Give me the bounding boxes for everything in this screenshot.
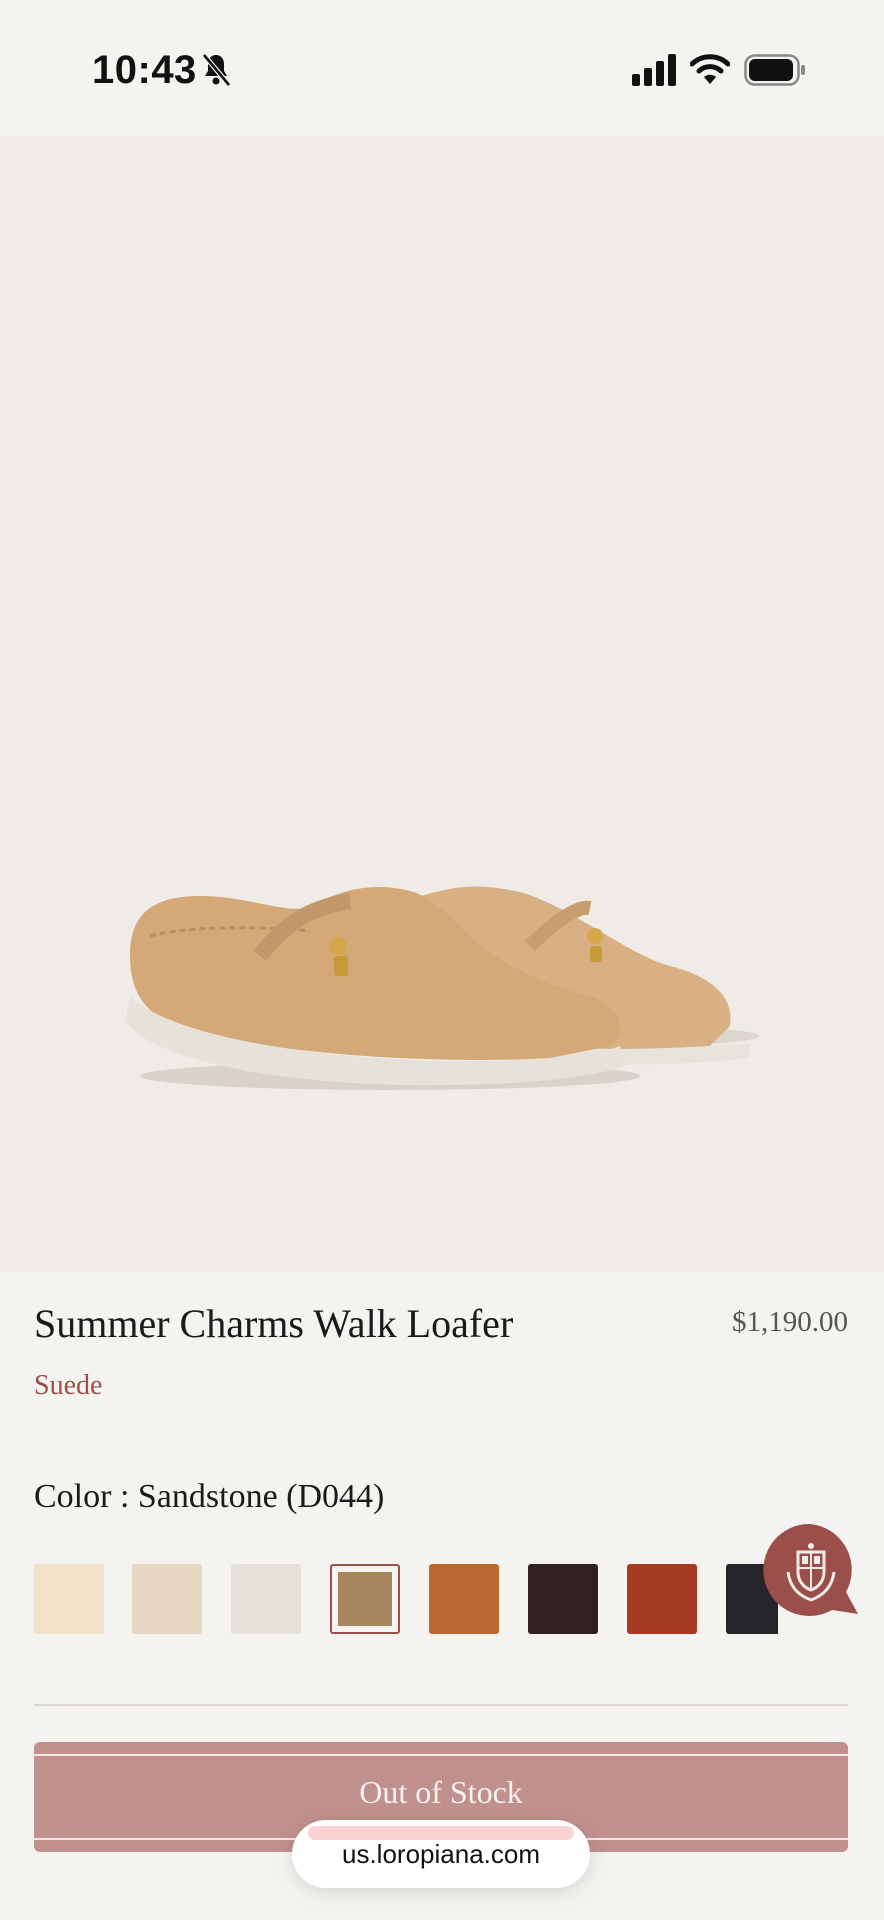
divider xyxy=(34,1704,848,1706)
color-label: Color : Sandstone (D044) xyxy=(34,1478,385,1515)
battery-icon xyxy=(744,54,805,86)
color-swatch[interactable] xyxy=(34,1564,104,1634)
product-price: $1,190.00 xyxy=(732,1306,848,1338)
product-image xyxy=(125,886,760,1090)
url-text: us.loropiana.com xyxy=(342,1838,540,1869)
product-image-gallery[interactable] xyxy=(0,136,884,1272)
cta-label: Out of Stock xyxy=(359,1774,523,1810)
wifi-icon xyxy=(690,54,730,84)
browser-url-bar[interactable]: us.loropiana.com xyxy=(292,1820,590,1888)
color-swatches xyxy=(34,1562,778,1634)
color-swatch[interactable] xyxy=(132,1564,202,1634)
color-swatch[interactable] xyxy=(429,1564,499,1634)
status-bar: 10:43 xyxy=(0,0,884,136)
color-swatch[interactable] xyxy=(627,1564,697,1634)
product-title: Summer Charms Walk Loafer xyxy=(34,1301,514,1346)
status-time: 10:43 xyxy=(92,48,197,92)
color-swatch-selected[interactable] xyxy=(330,1564,400,1634)
cta-line xyxy=(34,1754,848,1756)
chat-assistant-button[interactable] xyxy=(762,1522,860,1620)
color-swatch[interactable] xyxy=(528,1564,598,1634)
bell-muted-icon xyxy=(202,53,231,87)
cellular-signal-icon xyxy=(632,54,676,86)
product-material: Suede xyxy=(34,1370,103,1401)
color-swatch[interactable] xyxy=(231,1564,301,1634)
